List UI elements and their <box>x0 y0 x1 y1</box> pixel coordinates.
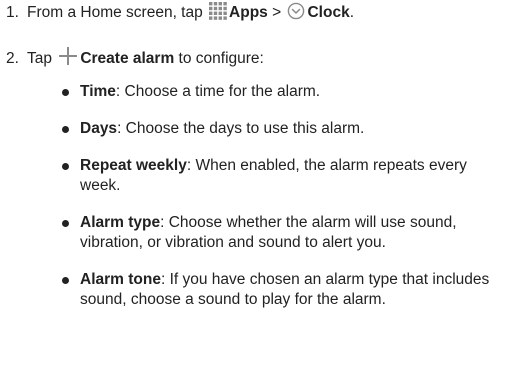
term: Time <box>80 83 116 100</box>
step-2: 2. Tap Create alarm to configure: <box>6 46 506 72</box>
step-1: 1. From a Home screen, tap Apps > Clock. <box>6 2 506 26</box>
step-text: Tap <box>27 50 52 67</box>
bullet-dot <box>62 277 69 284</box>
bullet-dot <box>62 220 69 227</box>
bullet-dot <box>62 126 69 133</box>
list-item: Repeat weekly: When enabled, the alarm r… <box>62 156 502 196</box>
list-item: Time: Choose a time for the alarm. <box>62 82 502 102</box>
list-item: Alarm tone: If you have chosen an alarm … <box>62 270 502 310</box>
bullet-dot <box>62 163 69 170</box>
list-item: Alarm type: Choose whether the alarm wil… <box>62 213 502 253</box>
option-list: Time: Choose a time for the alarm. Days:… <box>62 82 502 327</box>
list-item: Days: Choose the days to use this alarm. <box>62 119 502 139</box>
clock-icon <box>287 2 305 26</box>
clock-label: Clock <box>307 4 350 21</box>
term: Alarm tone <box>80 271 161 288</box>
step-number: 2. <box>6 50 19 67</box>
description: : Choose a time for the alarm. <box>115 83 321 100</box>
term: Repeat weekly <box>80 157 187 174</box>
step-end: . <box>349 4 355 21</box>
plus-icon <box>58 46 78 72</box>
step-text-after: to configure: <box>178 50 264 67</box>
bullet-dot <box>62 89 69 96</box>
separator: > <box>272 4 282 21</box>
step-number: 1. <box>6 4 19 21</box>
apps-label: Apps <box>229 4 268 21</box>
apps-grid-icon <box>209 2 227 26</box>
term: Days <box>80 120 118 137</box>
step-text: From a Home screen, tap <box>27 4 203 21</box>
term: Alarm type <box>80 214 161 231</box>
description: : Choose the days to use this alarm. <box>117 120 365 137</box>
create-alarm-label: Create alarm <box>80 50 175 67</box>
